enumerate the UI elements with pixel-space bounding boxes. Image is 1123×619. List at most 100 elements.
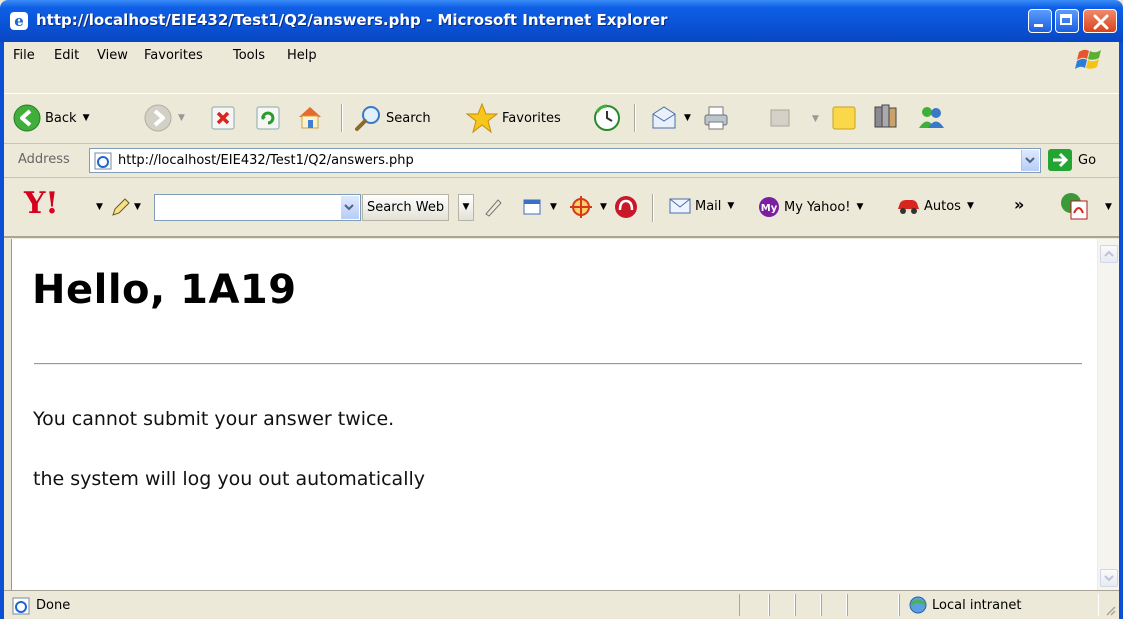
autos-label: Autos [924,198,961,214]
menu-favorites[interactable]: Favorites [144,48,203,63]
message-line-2: the system will log you out automaticall… [33,468,426,490]
svg-text:My: My [761,203,778,214]
autos-dropdown-icon[interactable]: ▼ [967,201,974,211]
window-frame-right [1119,42,1123,619]
ie-app-icon[interactable]: e [10,12,28,30]
chevron-down-icon [1025,157,1035,164]
pencil-dropdown-icon[interactable]: ▼ [134,202,141,212]
status-panel [847,594,899,616]
address-input[interactable]: http://localhost/EIE432/Test1/Q2/answers… [89,148,1041,173]
stop-icon[interactable] [210,104,238,132]
forward-button[interactable]: ▼ [144,104,185,132]
print-icon[interactable] [702,104,730,132]
more-chevron-icon[interactable]: » [1014,195,1024,214]
forward-dropdown-icon[interactable]: ▼ [178,113,185,123]
yahoo-search-dropdown[interactable] [341,196,359,219]
page-content: Hello, 1A19 You cannot submit your answe… [12,239,1091,590]
search-button[interactable]: Search [354,104,431,132]
toolbar-separator [634,104,636,132]
resize-grip-icon[interactable] [1104,604,1116,616]
my-yahoo-button[interactable]: My My Yahoo! ▼ [758,196,863,218]
refresh-icon[interactable] [254,104,282,132]
bookmark-icon[interactable] [522,196,544,218]
yahoo-mail-dropdown-icon[interactable]: ▼ [727,201,734,211]
standard-toolbar: Back ▼ ▼ Search Favorites ▼ ▼ [4,94,1119,144]
search-label: Search [386,110,431,126]
discuss-icon[interactable] [830,104,858,132]
page-done-icon [12,597,30,615]
forward-arrow-icon [144,104,172,132]
chevron-down-icon [1104,575,1114,582]
anti-spy-icon[interactable] [569,195,593,219]
favorites-star-icon [466,102,498,134]
my-yahoo-icon: My [759,197,779,217]
back-button[interactable]: Back ▼ [13,104,89,132]
highlight-icon[interactable] [482,196,504,218]
local-intranet-icon [909,596,927,614]
menu-view[interactable]: View [97,48,128,63]
yahoo-search-input[interactable] [154,194,361,221]
my-yahoo-label: My Yahoo! [784,199,851,215]
message-line-1: You cannot submit your answer twice. [33,408,395,430]
menu-help[interactable]: Help [287,48,317,63]
edit-page-icon[interactable] [766,104,794,132]
status-panel [821,594,847,616]
page-ie-icon [94,152,112,170]
favorites-button[interactable]: Favorites [466,102,561,134]
anti-spy-dropdown-icon[interactable]: ▼ [600,202,607,212]
status-panel [769,594,795,616]
address-label: Address [18,152,70,167]
chevron-up-icon [1104,250,1114,257]
status-text: Done [36,598,71,613]
vertical-scrollbar[interactable] [1097,239,1119,590]
horizontal-rule [34,363,1082,365]
go-button[interactable]: Go [1048,149,1096,171]
autos-button[interactable]: Autos ▼ [896,197,974,215]
back-label: Back [45,110,77,126]
my-yahoo-dropdown-icon[interactable]: ▼ [857,202,864,212]
menu-edit[interactable]: Edit [54,48,79,63]
chevron-down-icon [344,204,354,211]
messenger-icon[interactable] [917,103,945,131]
yahoo-menu-dropdown-icon[interactable]: ▼ [96,202,103,212]
close-icon [1093,14,1109,30]
research-icon[interactable] [872,102,900,130]
history-icon[interactable] [593,104,621,132]
acrobat-dropdown-icon[interactable]: ▼ [1105,202,1112,212]
edit-dropdown-icon[interactable]: ▼ [812,114,819,124]
back-dropdown-icon[interactable]: ▼ [83,113,90,123]
home-icon[interactable] [296,103,324,131]
maximize-button[interactable] [1055,9,1079,33]
toolbar-separator [341,104,343,132]
music-headphones-icon[interactable] [614,195,638,219]
windows-logo-icon [1075,49,1101,69]
minimize-button[interactable] [1028,9,1052,33]
mail-dropdown-icon[interactable]: ▼ [684,113,691,123]
address-url: http://localhost/EIE432/Test1/Q2/answers… [118,153,414,168]
menu-file[interactable]: File [13,48,35,63]
menu-tools[interactable]: Tools [233,48,265,63]
scroll-up-button[interactable] [1100,245,1118,263]
acrobat-pdf-icon[interactable] [1059,191,1089,221]
yahoo-mail-button[interactable]: Mail ▼ [669,197,734,215]
status-panel [739,594,769,616]
title-bar[interactable]: e http://localhost/EIE432/Test1/Q2/answe… [0,0,1123,42]
address-bar: Address http://localhost/EIE432/Test1/Q2… [4,144,1119,178]
close-button[interactable] [1083,9,1117,33]
page-heading: Hello, 1A19 [32,267,297,313]
back-arrow-icon [13,104,41,132]
menu-bar: File Edit View Favorites Tools Help [4,42,1119,94]
yahoo-logo[interactable]: Y! [24,189,59,219]
bookmark-dropdown-icon[interactable]: ▼ [550,202,557,212]
mail-button[interactable]: ▼ [650,104,691,132]
scroll-down-button[interactable] [1100,569,1118,587]
page-viewport[interactable]: Hello, 1A19 You cannot submit your answe… [11,239,1119,590]
pencil-icon[interactable] [110,196,132,218]
mail-icon [669,198,691,214]
search-web-dropdown-icon[interactable]: ▼ [458,194,474,221]
yahoo-toolbar: Y! ▼ ▼ Search Web ▼ ▼ ▼ Mail ▼ My My Yah… [4,178,1119,238]
status-bar: Done Local intranet [4,590,1119,619]
search-web-button[interactable]: Search Web [362,194,450,221]
address-dropdown-button[interactable] [1021,150,1039,171]
go-label: Go [1078,152,1097,168]
